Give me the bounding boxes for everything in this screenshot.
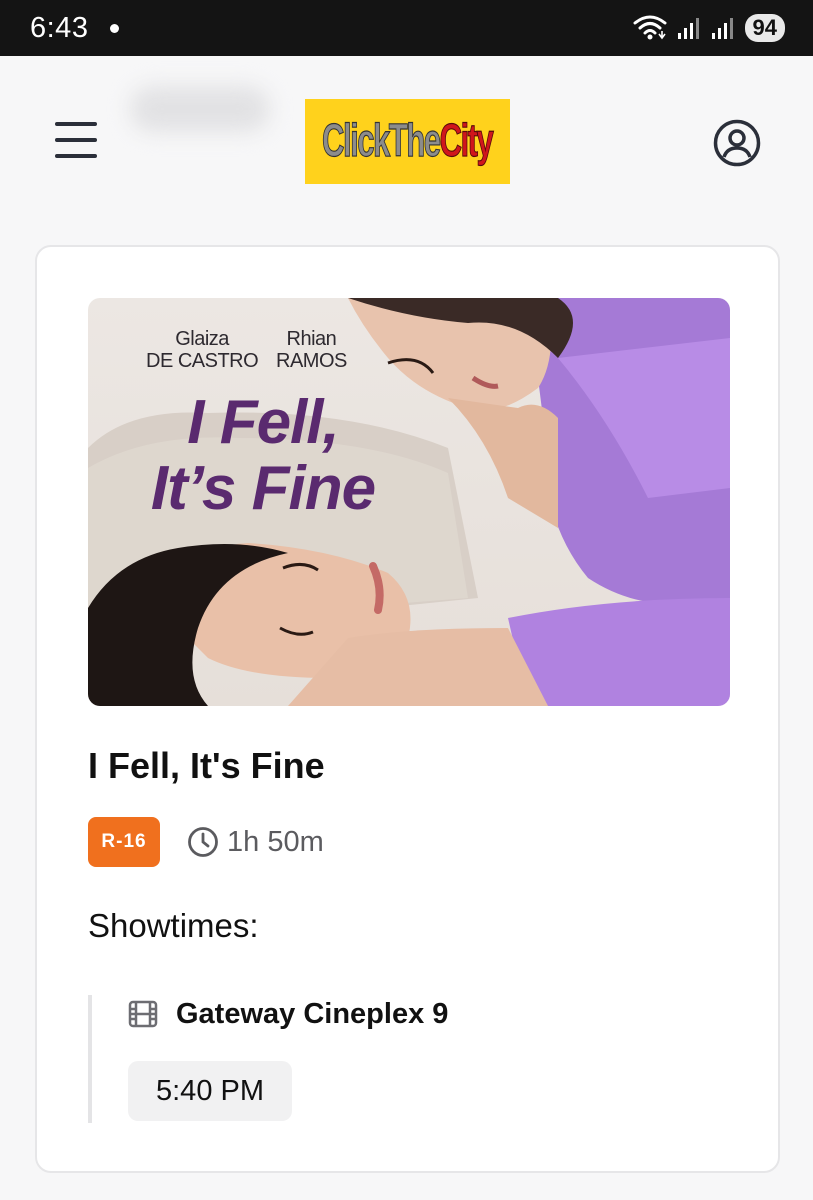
movie-poster[interactable]: Glaiza DE CASTRO Rhian RAMOS I Fell, It’… bbox=[88, 298, 730, 706]
blurred-element bbox=[130, 86, 270, 132]
showtime-chip[interactable]: 5:40 PM bbox=[128, 1061, 292, 1121]
clickthecity-logo[interactable]: Click The City bbox=[305, 99, 510, 184]
status-right: 94 bbox=[633, 14, 785, 42]
cinema-block: Gateway Cineplex 9 5:40 PM bbox=[88, 995, 688, 1123]
movie-card: Glaiza DE CASTRO Rhian RAMOS I Fell, It’… bbox=[35, 245, 780, 1173]
status-left: 6:43 bbox=[30, 11, 120, 45]
battery-indicator: 94 bbox=[744, 14, 785, 42]
rating-badge: R-16 bbox=[88, 817, 160, 867]
cinema-row: Gateway Cineplex 9 bbox=[128, 995, 448, 1033]
duration: 1h 50m bbox=[187, 826, 324, 859]
logo-text-the: The bbox=[389, 115, 442, 167]
notification-dot-icon bbox=[110, 23, 120, 33]
status-bar: 6:43 94 bbox=[0, 0, 813, 56]
wifi-icon bbox=[633, 15, 667, 40]
showtimes-heading: Showtimes: bbox=[88, 907, 259, 944]
signal-icon bbox=[677, 18, 699, 39]
poster-actor2: Rhian RAMOS bbox=[276, 328, 347, 372]
poster-actor1-last: DE CASTRO bbox=[146, 350, 259, 372]
movie-title: I Fell, It's Fine bbox=[88, 745, 325, 786]
account-icon[interactable] bbox=[713, 119, 761, 167]
clock-icon bbox=[188, 827, 218, 857]
poster-actor1: Glaiza DE CASTRO bbox=[146, 328, 259, 372]
cinema-name[interactable]: Gateway Cineplex 9 bbox=[176, 998, 448, 1031]
poster-title-line1: I Fell, bbox=[187, 388, 339, 457]
logo-text-city: City bbox=[439, 115, 495, 167]
poster-actor2-last: RAMOS bbox=[276, 350, 347, 372]
poster-actor2-first: Rhian bbox=[286, 328, 337, 350]
duration-text: 1h 50m bbox=[227, 825, 324, 858]
poster-title-line2: It’s Fine bbox=[150, 454, 376, 523]
signal-icon-2 bbox=[711, 18, 733, 39]
film-icon bbox=[128, 1000, 158, 1028]
poster-title: I Fell, It’s Fine bbox=[118, 390, 408, 522]
poster-actor1-first: Glaiza bbox=[175, 328, 229, 350]
logo-text-click: Click bbox=[322, 115, 391, 167]
status-time: 6:43 bbox=[30, 11, 89, 44]
menu-icon[interactable] bbox=[55, 122, 97, 158]
movie-meta: R-16 1h 50m bbox=[88, 817, 324, 867]
site-header: Click The City bbox=[0, 56, 813, 234]
